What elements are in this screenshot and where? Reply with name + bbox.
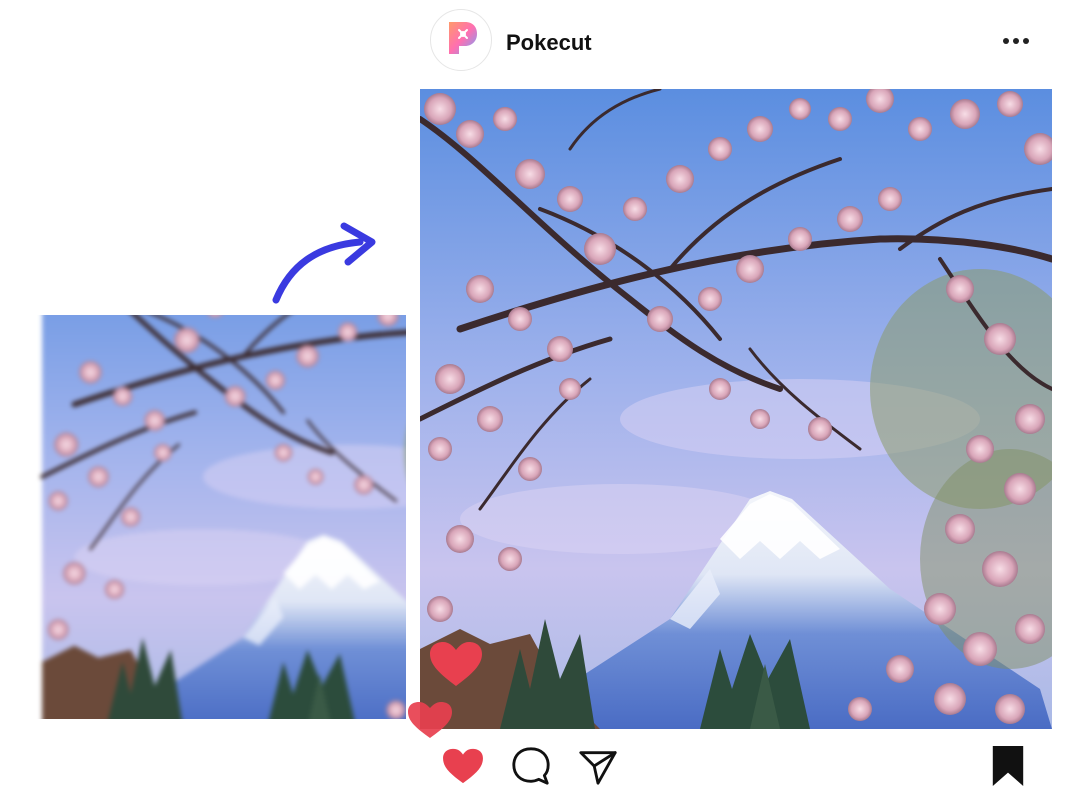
avatar[interactable] — [430, 9, 492, 71]
save-button[interactable] — [986, 744, 1030, 792]
original-photo-preview — [0, 315, 406, 719]
curved-arrow-icon — [268, 218, 384, 308]
username[interactable]: Pokecut — [506, 30, 592, 56]
paper-plane-icon — [577, 745, 619, 792]
post-photo[interactable] — [420, 89, 1052, 729]
more-options-button[interactable] — [1000, 26, 1032, 56]
comment-icon — [510, 745, 552, 792]
floating-heart-icon — [428, 640, 484, 688]
pokecut-logo-icon — [441, 18, 481, 63]
like-button[interactable] — [440, 748, 486, 788]
heart-icon — [441, 747, 485, 790]
comment-button[interactable] — [508, 746, 554, 790]
post-header: Pokecut — [420, 8, 1052, 80]
bookmark-icon — [989, 744, 1027, 793]
floating-heart-icon — [406, 700, 454, 740]
more-options-icon — [1002, 32, 1030, 50]
share-button[interactable] — [576, 746, 620, 790]
